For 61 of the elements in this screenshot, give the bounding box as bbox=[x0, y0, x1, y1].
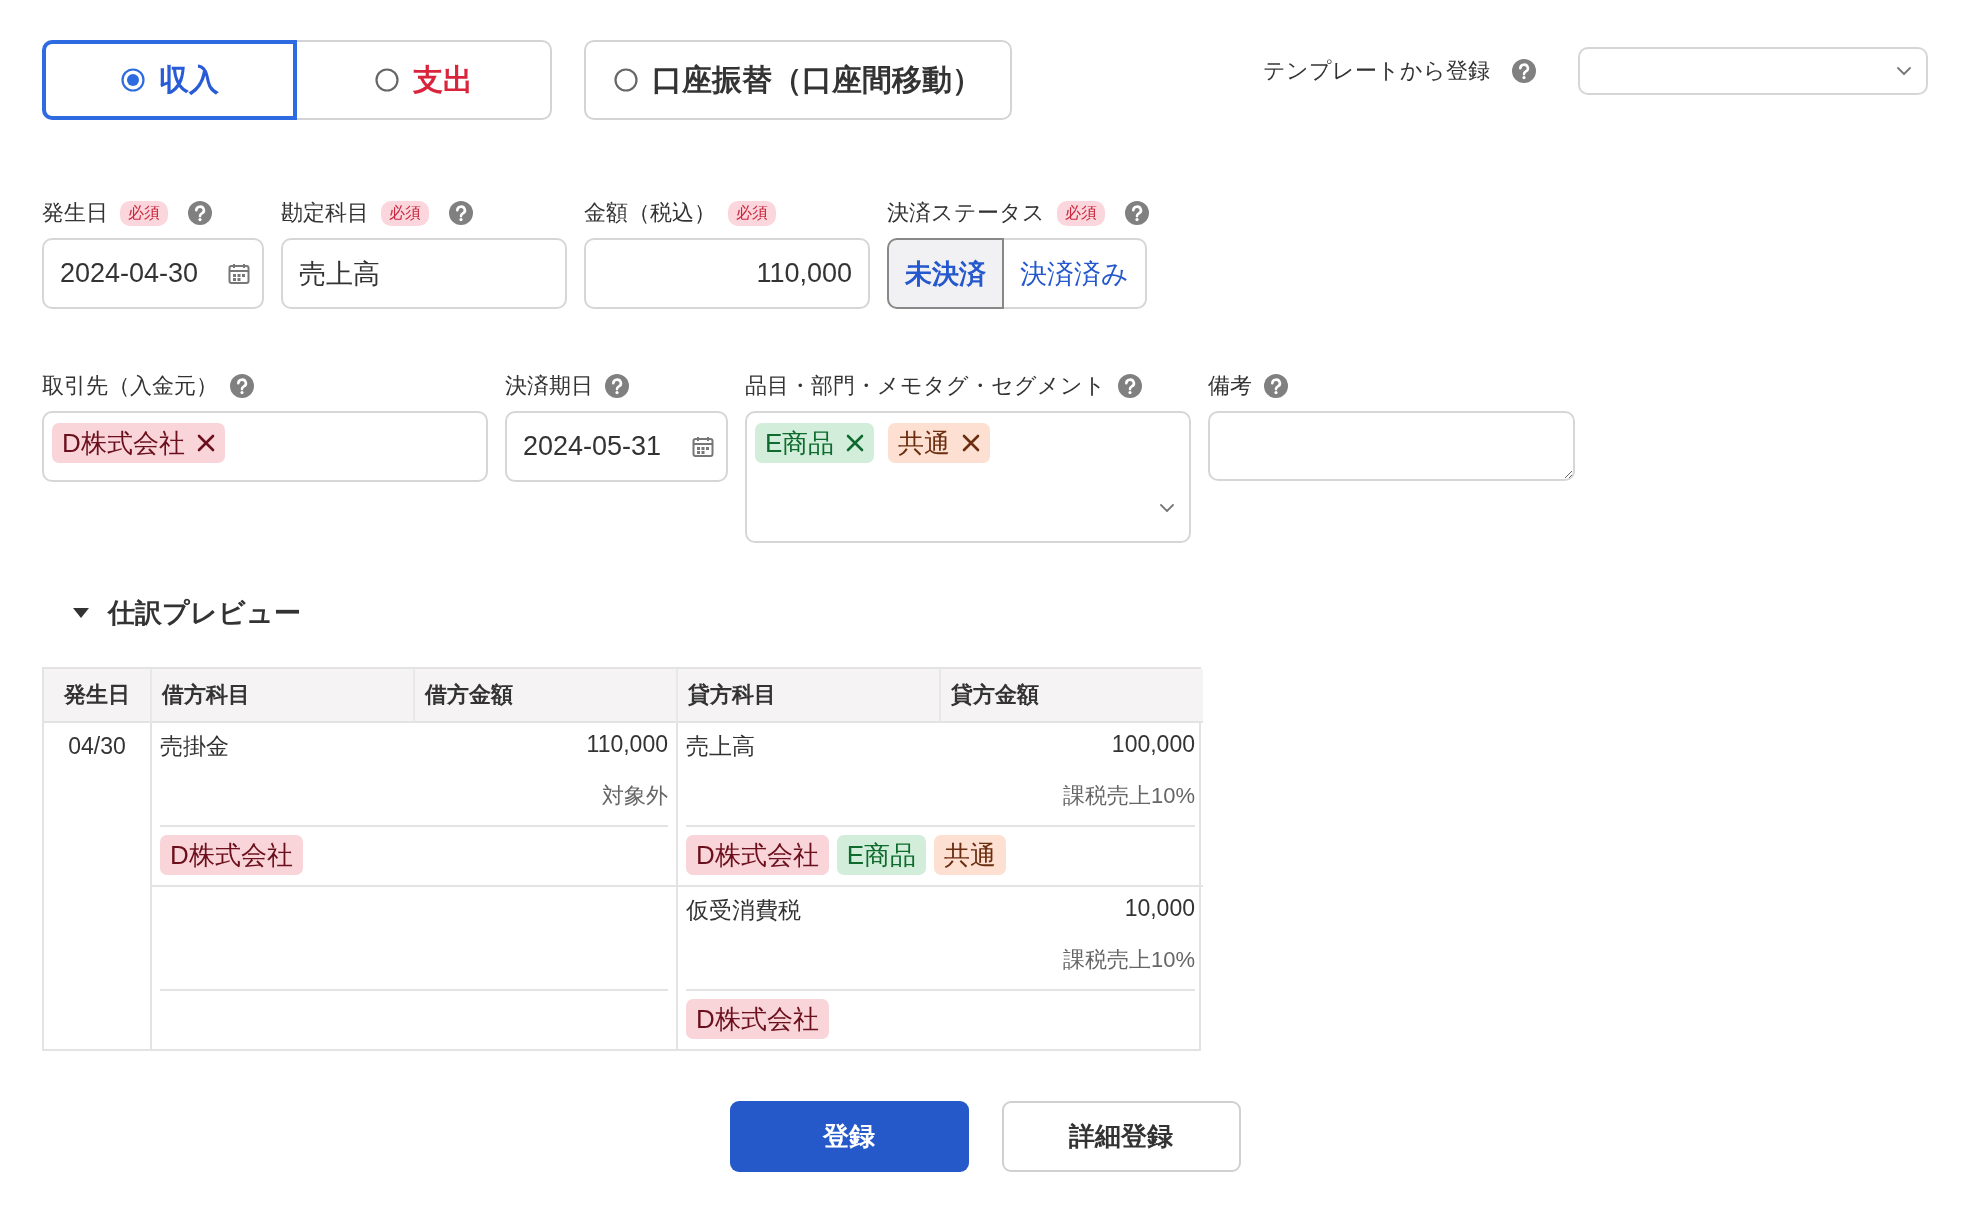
tag-select-field[interactable]: E商品 共通 bbox=[745, 411, 1191, 543]
amount-field[interactable]: 110,000 bbox=[584, 238, 870, 309]
tag-chip[interactable]: 共通 bbox=[888, 423, 991, 463]
column-header: 貸方金額 bbox=[939, 669, 1203, 723]
calendar-icon bbox=[692, 435, 714, 458]
column-header: 発生日 bbox=[44, 669, 150, 723]
account-field[interactable]: 売上高 bbox=[281, 238, 567, 309]
tax-category: 課税売上10% bbox=[1062, 947, 1195, 972]
field-label: 決済ステータス bbox=[887, 199, 1045, 227]
status-option[interactable]: 決済済み bbox=[1004, 238, 1147, 309]
date-field[interactable]: 2024-04-30 bbox=[42, 238, 264, 309]
field-label: 金額（税込） bbox=[584, 199, 716, 227]
tag: 共通 bbox=[934, 835, 1007, 875]
collapse-triangle-icon[interactable] bbox=[72, 606, 90, 620]
calendar-icon bbox=[228, 262, 250, 285]
amount: 100,000 bbox=[1111, 731, 1195, 758]
amount: 10,000 bbox=[1124, 895, 1195, 922]
required-badge: 必須 bbox=[120, 200, 168, 226]
field-label: 決済期日 bbox=[505, 372, 593, 400]
tag-chip[interactable]: D株式会社 bbox=[52, 423, 225, 463]
remove-icon[interactable] bbox=[196, 434, 215, 452]
tag-select-field[interactable]: D株式会社 bbox=[42, 411, 488, 482]
required-badge: 必須 bbox=[381, 200, 429, 226]
account-name: 売上高 bbox=[686, 732, 755, 761]
field-label: 取引先（入金元） bbox=[42, 372, 218, 400]
tag: D株式会社 bbox=[686, 835, 829, 875]
radio-icon bbox=[614, 68, 638, 92]
template-label: テンプレートから登録 bbox=[1263, 57, 1490, 85]
tag-chip[interactable]: E商品 bbox=[755, 423, 875, 463]
memo-field[interactable] bbox=[1208, 411, 1575, 481]
section-title: 仕訳プレビュー bbox=[108, 597, 301, 630]
column-header: 借方金額 bbox=[413, 669, 676, 723]
remove-icon[interactable] bbox=[962, 434, 981, 452]
amount: 110,000 bbox=[586, 731, 668, 758]
status-option[interactable]: 未決済 bbox=[887, 238, 1004, 309]
entry-type-option[interactable]: 支出 bbox=[297, 40, 552, 120]
entry-type-option[interactable]: 収入 bbox=[42, 40, 297, 120]
remove-icon[interactable] bbox=[846, 434, 865, 452]
column-header: 貸方科目 bbox=[676, 669, 939, 723]
field-label: 備考 bbox=[1208, 372, 1252, 400]
account-name: 売掛金 bbox=[160, 732, 229, 761]
tag: D株式会社 bbox=[686, 999, 829, 1039]
required-badge: 必須 bbox=[1057, 200, 1105, 226]
required-badge: 必須 bbox=[728, 200, 776, 226]
date-field[interactable]: 2024-05-31 bbox=[505, 411, 728, 482]
tax-category: 対象外 bbox=[602, 783, 668, 808]
radio-icon bbox=[374, 68, 399, 92]
tag: E商品 bbox=[836, 835, 927, 875]
chevron-down-icon bbox=[1896, 66, 1912, 76]
field-label: 発生日 bbox=[42, 199, 108, 227]
detail-register-button[interactable]: 詳細登録 bbox=[1001, 1101, 1241, 1172]
date-cell-text: 04/30 bbox=[67, 732, 127, 761]
radio-selected-icon bbox=[120, 68, 145, 92]
field-label: 品目・部門・メモタグ・セグメント bbox=[745, 372, 1106, 400]
column-header: 借方科目 bbox=[150, 669, 413, 723]
tag: D株式会社 bbox=[160, 835, 303, 875]
register-button[interactable]: 登録 bbox=[729, 1101, 969, 1172]
tax-category: 課税売上10% bbox=[1062, 783, 1195, 808]
entry-type-option[interactable]: 口座振替（口座間移動） bbox=[584, 40, 1012, 120]
field-label: 勘定科目 bbox=[281, 199, 369, 227]
account-name: 仮受消費税 bbox=[686, 896, 801, 925]
